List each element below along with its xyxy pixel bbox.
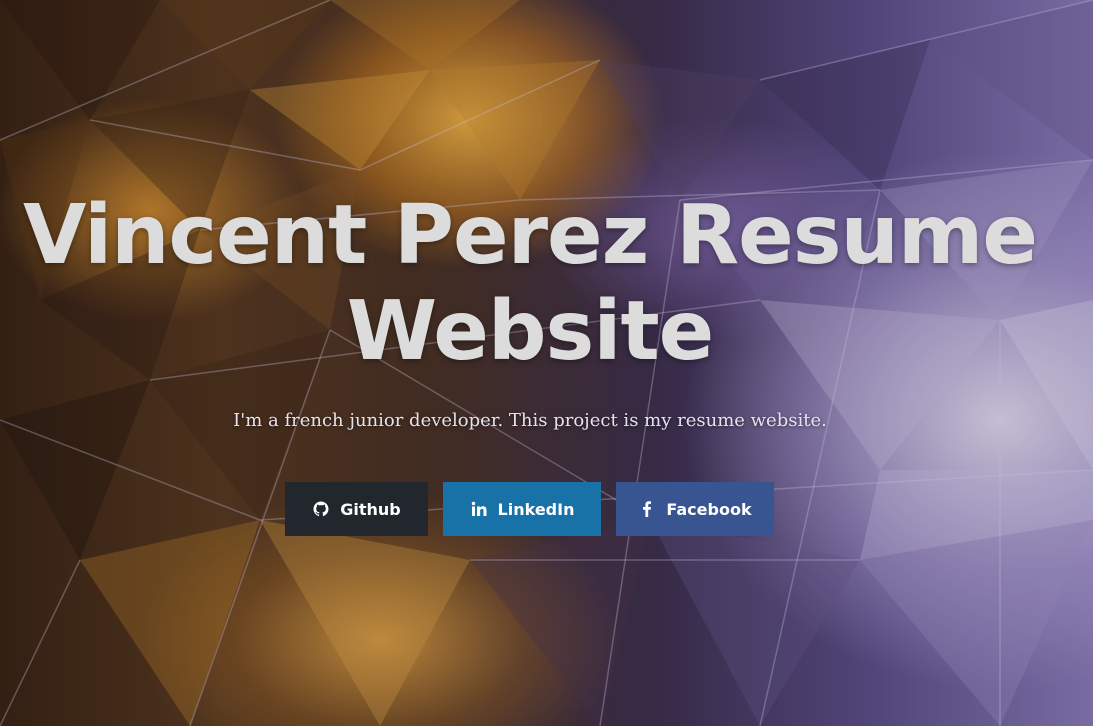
facebook-button-label: Facebook [666, 499, 752, 519]
linkedin-button[interactable]: LinkedIn [443, 482, 601, 536]
hero-subtitle: I'm a french junior developer. This proj… [233, 410, 827, 431]
github-icon [312, 500, 330, 518]
hero-title: Vincent Perez Resume Website [23, 188, 1038, 379]
github-button[interactable]: Github [285, 482, 428, 536]
facebook-icon [638, 500, 656, 518]
linkedin-icon [470, 500, 488, 518]
linkedin-button-label: LinkedIn [497, 499, 575, 519]
hero-content: Vincent Perez Resume Website I'm a frenc… [0, 0, 1093, 726]
github-button-label: Github [340, 499, 401, 519]
facebook-button[interactable]: Facebook [616, 482, 774, 536]
hero-section: Vincent Perez Resume Website I'm a frenc… [0, 0, 1093, 726]
